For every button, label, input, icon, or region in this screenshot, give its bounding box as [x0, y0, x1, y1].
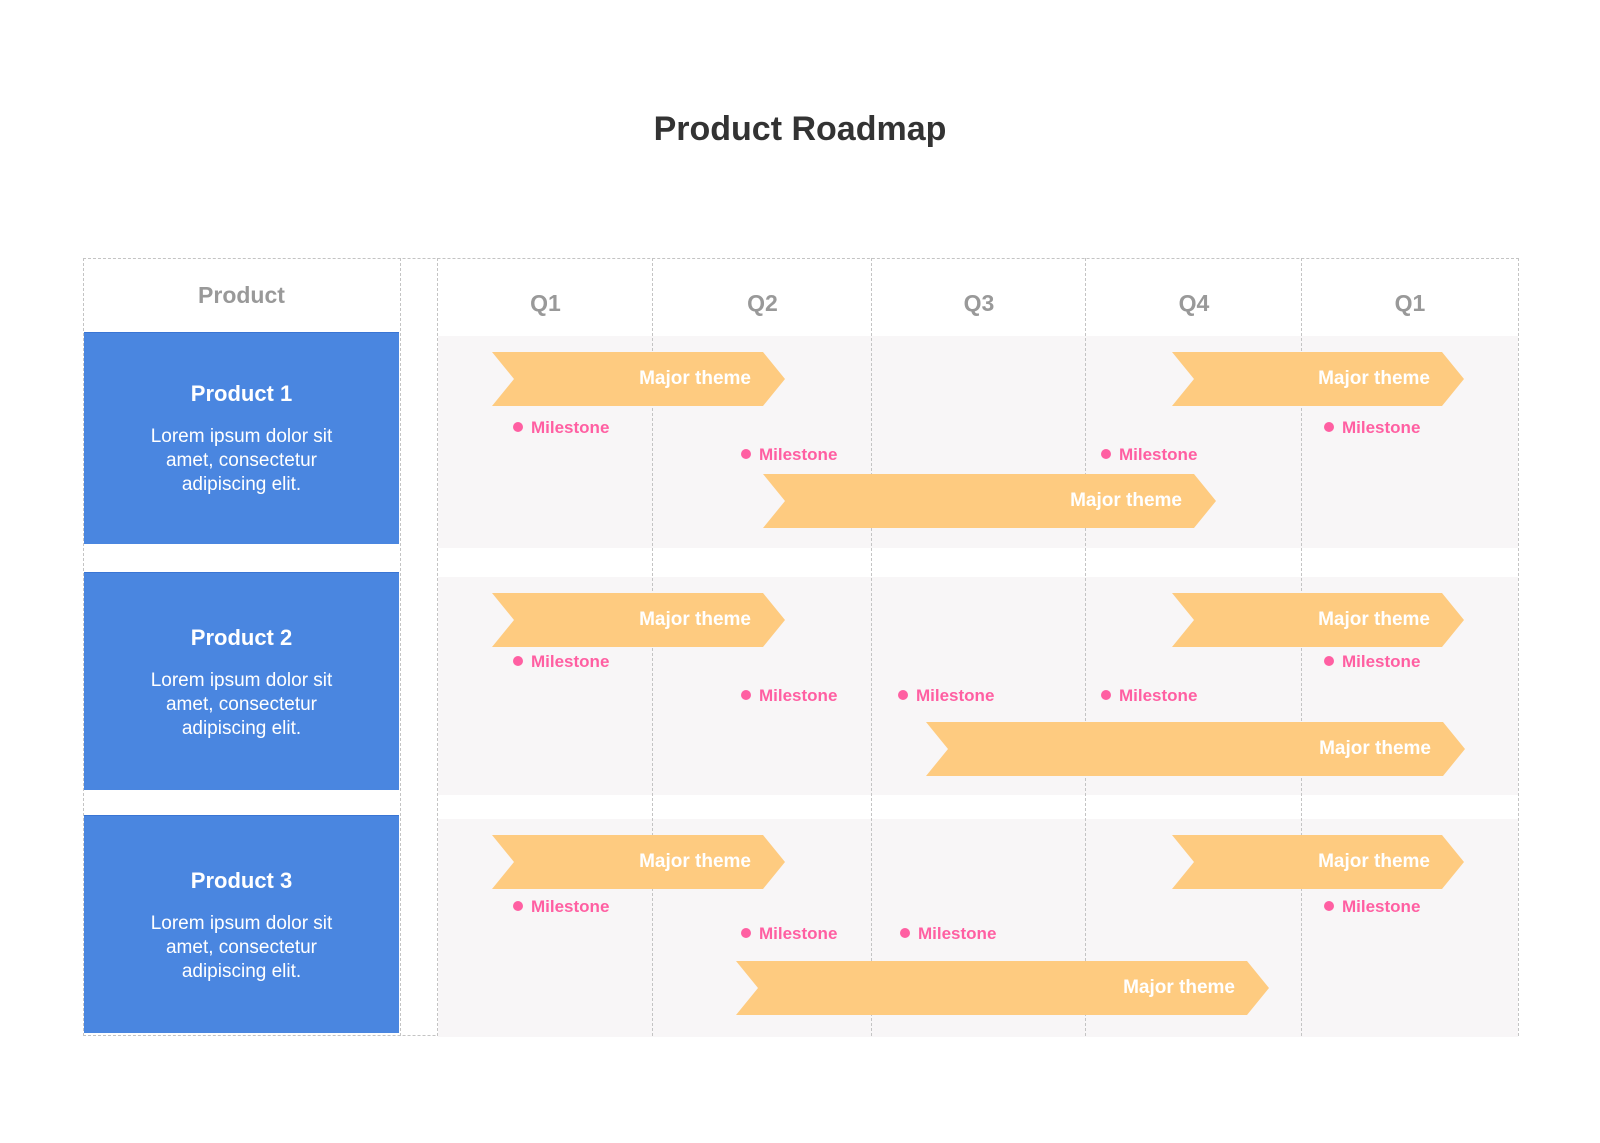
- quarter-header: Q1: [1394, 290, 1426, 316]
- milestone-dot-icon: [898, 690, 908, 700]
- milestone[interactable]: Milestone: [513, 418, 609, 438]
- major-theme-arrow[interactable]: Major theme: [736, 961, 1269, 1015]
- product-card[interactable]: Product 2 Lorem ipsum dolor sit amet, con…: [84, 572, 399, 790]
- milestone-label: Milestone: [531, 897, 610, 916]
- milestone-dot-icon: [1324, 656, 1334, 666]
- major-theme-arrow[interactable]: Major theme: [1172, 352, 1464, 406]
- major-theme-label: Major theme: [1123, 977, 1235, 998]
- quarter-header: Q3: [963, 290, 995, 316]
- column-divider: [871, 258, 872, 1036]
- milestone-label: Milestone: [759, 686, 838, 705]
- milestone-label: Milestone: [1119, 445, 1198, 464]
- major-theme-label: Major theme: [639, 609, 751, 630]
- quarter-header: Q1: [530, 290, 561, 316]
- milestone-dot-icon: [741, 928, 751, 938]
- milestone-label: Milestone: [759, 445, 838, 464]
- milestone[interactable]: Milestone: [741, 445, 837, 465]
- milestone-label: Milestone: [1342, 897, 1421, 916]
- milestone-dot-icon: [513, 422, 523, 432]
- milestone[interactable]: Milestone: [741, 686, 837, 706]
- product-card[interactable]: Product 3 Lorem ipsum dolor sit amet, con…: [84, 815, 399, 1033]
- milestone-label: Milestone: [759, 924, 838, 943]
- milestone-dot-icon: [513, 901, 523, 911]
- column-divider: [1085, 258, 1086, 1036]
- major-theme-label: Major theme: [1318, 851, 1430, 872]
- milestone-label: Milestone: [916, 686, 995, 705]
- major-theme-arrow[interactable]: Major theme: [492, 835, 785, 889]
- milestone[interactable]: Milestone: [513, 652, 609, 672]
- page-title: Product Roadmap: [653, 110, 947, 148]
- milestone[interactable]: Milestone: [1101, 686, 1197, 706]
- product-column-header: Product: [198, 282, 285, 308]
- major-theme-arrow[interactable]: Major theme: [492, 352, 785, 406]
- milestone[interactable]: Milestone: [1324, 652, 1420, 672]
- major-theme-label: Major theme: [1318, 609, 1430, 630]
- milestone-dot-icon: [900, 928, 910, 938]
- product-description: Lorem ipsum dolor sit amet, consectetur …: [150, 913, 333, 982]
- milestone[interactable]: Milestone: [1101, 445, 1197, 465]
- major-theme-label: Major theme: [1318, 368, 1430, 389]
- major-theme-label: Major theme: [639, 368, 751, 389]
- major-theme-arrow[interactable]: Major theme: [926, 722, 1465, 776]
- product-name: Product 1: [190, 381, 293, 406]
- major-theme-arrow[interactable]: Major theme: [1172, 593, 1464, 647]
- major-theme-arrow[interactable]: Major theme: [492, 593, 785, 647]
- quarter-header: Q2: [747, 290, 778, 316]
- product-name: Product 3: [190, 868, 293, 893]
- milestone-label: Milestone: [918, 924, 997, 943]
- milestone[interactable]: Milestone: [513, 897, 609, 917]
- milestone[interactable]: Milestone: [1324, 418, 1420, 438]
- quarter-header: Q4: [1178, 290, 1210, 316]
- major-theme-label: Major theme: [639, 851, 751, 872]
- milestone-dot-icon: [741, 449, 751, 459]
- product-card[interactable]: Product 1 Lorem ipsum dolor sit amet, con…: [84, 332, 399, 544]
- product-name: Product 2: [190, 625, 293, 650]
- milestone-label: Milestone: [1342, 418, 1421, 437]
- milestone[interactable]: Milestone: [1324, 897, 1420, 917]
- major-theme-arrow[interactable]: Major theme: [1172, 835, 1464, 889]
- milestone-dot-icon: [1324, 422, 1334, 432]
- major-theme-label: Major theme: [1070, 490, 1182, 511]
- product-description: Lorem ipsum dolor sit amet, consectetur …: [150, 426, 333, 495]
- column-divider: [400, 258, 401, 1036]
- milestone-dot-icon: [513, 656, 523, 666]
- milestone[interactable]: Milestone: [900, 924, 996, 944]
- product-description: Lorem ipsum dolor sit amet, consectetur …: [150, 670, 333, 739]
- milestone-dot-icon: [741, 690, 751, 700]
- milestone-dot-icon: [1101, 449, 1111, 459]
- milestone-label: Milestone: [531, 652, 610, 671]
- milestone-dot-icon: [1101, 690, 1111, 700]
- major-theme-arrow[interactable]: Major theme: [763, 474, 1216, 528]
- milestone-label: Milestone: [1119, 686, 1198, 705]
- milestone-label: Milestone: [1342, 652, 1421, 671]
- milestone-label: Milestone: [531, 418, 610, 437]
- milestone-dot-icon: [1324, 901, 1334, 911]
- major-theme-label: Major theme: [1319, 738, 1431, 759]
- column-divider: [437, 258, 438, 1036]
- milestone[interactable]: Milestone: [898, 686, 994, 706]
- milestone[interactable]: Milestone: [741, 924, 837, 944]
